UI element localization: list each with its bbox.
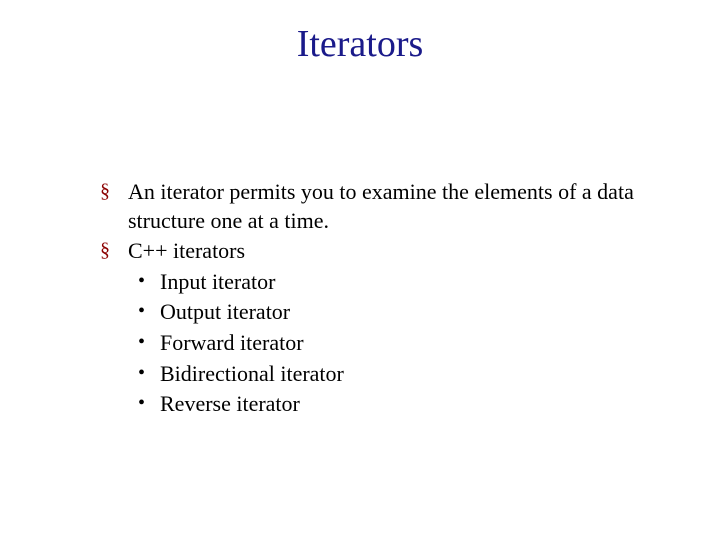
slide-body: An iterator permits you to examine the e… — [100, 178, 640, 421]
sub-bullet-item: Bidirectional iterator — [100, 360, 640, 389]
slide: Iterators An iterator permits you to exa… — [0, 0, 720, 540]
bullet-item: C++ iterators — [100, 237, 640, 266]
sub-bullet-item: Reverse iterator — [100, 390, 640, 419]
slide-title: Iterators — [0, 22, 720, 66]
sub-bullet-item: Input iterator — [100, 268, 640, 297]
sub-bullet-item: Output iterator — [100, 298, 640, 327]
bullet-item: An iterator permits you to examine the e… — [100, 178, 640, 235]
sub-bullet-item: Forward iterator — [100, 329, 640, 358]
